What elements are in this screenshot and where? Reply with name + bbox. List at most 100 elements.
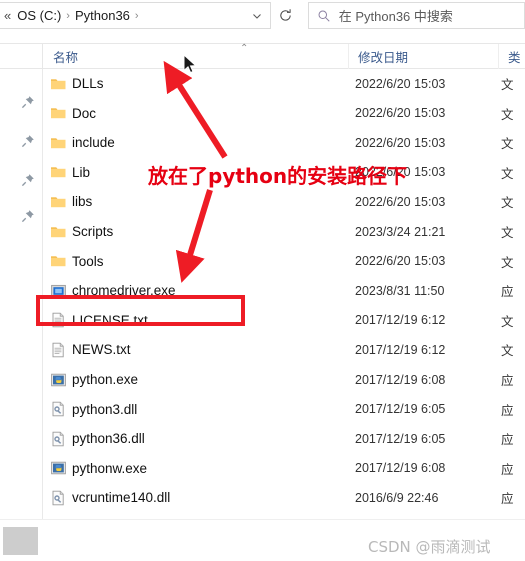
file-icon-wrap	[44, 135, 72, 151]
file-row[interactable]: python36.dll 2017/12/19 6:05 应	[44, 424, 525, 453]
file-list[interactable]: DLLs 2022/6/20 15:03 文 Doc 2022/6/20 15:03 文 i…	[44, 69, 525, 539]
file-name[interactable]: Doc	[72, 106, 349, 121]
file-explorer-window: « OS (C:) › Python36 › 在 Python36 中搜索 名称…	[0, 0, 525, 561]
file-icon-wrap	[44, 194, 72, 210]
file-date-modified: 2017/12/19 6:08	[355, 461, 446, 476]
file-type: 文	[501, 166, 514, 181]
folder-icon	[50, 197, 65, 207]
column-header-date-modified[interactable]: 修改日期	[349, 44, 499, 69]
file-icon-wrap	[44, 431, 72, 447]
dll-file-icon	[52, 431, 64, 446]
file-row[interactable]: Doc 2022/6/20 15:03 文	[44, 99, 525, 128]
pin-icon[interactable]	[21, 95, 35, 109]
file-row[interactable]: python3.dll 2017/12/19 6:05 应	[44, 395, 525, 424]
file-name[interactable]: chromedriver.exe	[72, 283, 349, 298]
file-date-modified: 2022/6/20 15:03	[355, 194, 446, 209]
file-type: 文	[501, 344, 514, 359]
sort-ascending-icon: ⌃	[240, 43, 249, 54]
file-row[interactable]: libs 2022/6/20 15:03 文	[44, 187, 525, 216]
column-header-name-label: 名称	[53, 51, 79, 65]
breadcrumb-overflow-icon[interactable]: «	[2, 8, 13, 23]
file-row[interactable]: vcruntime140.dll 2016/6/9 22:46 应	[44, 483, 525, 512]
file-icon-wrap	[44, 76, 72, 92]
file-name[interactable]: DLLs	[72, 76, 349, 91]
file-icon-wrap	[44, 164, 72, 180]
breadcrumb-item-os-c[interactable]: OS (C:)	[13, 6, 65, 25]
file-date-modified: 2017/12/19 6:05	[355, 431, 446, 446]
refresh-button[interactable]	[271, 3, 299, 28]
file-type: 应	[501, 433, 514, 448]
refresh-icon	[280, 9, 291, 21]
pin-icon[interactable]	[21, 173, 35, 187]
file-type: 文	[501, 78, 514, 92]
file-row[interactable]: Tools 2022/6/20 15:03 文	[44, 247, 525, 276]
file-name[interactable]: Lib	[72, 165, 349, 180]
file-icon-wrap	[44, 224, 72, 240]
breadcrumb-separator-icon[interactable]: ›	[134, 10, 140, 22]
file-date-modified: 2023/8/31 11:50	[355, 283, 445, 298]
file-row[interactable]: pythonw.exe 2017/12/19 6:08 应	[44, 454, 525, 483]
file-row[interactable]: chromedriver.exe 2023/8/31 11:50 应	[44, 276, 525, 305]
explorer-toolbar: « OS (C:) › Python36 › 在 Python36 中搜索	[0, 0, 525, 31]
file-type: 应	[501, 374, 514, 388]
address-bar[interactable]: « OS (C:) › Python36 ›	[0, 2, 272, 29]
search-icon	[309, 9, 339, 23]
file-row[interactable]: NEWS.txt 2017/12/19 6:12 文	[44, 335, 525, 364]
file-type: 文	[501, 226, 514, 240]
column-header-name[interactable]: 名称 ⌃	[44, 44, 349, 69]
file-type: 文	[501, 314, 514, 329]
file-row[interactable]: Scripts 2023/3/24 21:21 文	[44, 217, 525, 246]
file-row[interactable]: DLLs 2022/6/20 15:03 文	[44, 69, 525, 98]
file-icon-wrap	[44, 372, 72, 388]
pin-icon[interactable]	[21, 209, 35, 223]
file-type: 应	[501, 462, 514, 477]
navigation-pane	[0, 69, 43, 519]
file-date-modified: 2022/6/20 15:03	[355, 254, 446, 269]
dll-file-icon	[52, 401, 64, 417]
file-name[interactable]: vcruntime140.dll	[72, 490, 349, 505]
file-type: 文	[501, 107, 514, 122]
chevron-down-icon[interactable]	[244, 3, 270, 28]
file-name[interactable]: include	[72, 135, 349, 150]
file-name[interactable]: pythonw.exe	[72, 461, 349, 476]
file-type: 文	[501, 196, 514, 211]
folder-icon	[50, 167, 65, 178]
pin-icon[interactable]	[21, 134, 35, 148]
file-name[interactable]: python.exe	[72, 372, 349, 387]
python-exe-icon	[50, 462, 66, 475]
file-row[interactable]: include 2022/6/20 15:03 文	[44, 128, 525, 157]
column-header-row: 名称 ⌃ 修改日期 类	[0, 43, 525, 69]
horizontal-scrollbar-thumb[interactable]	[3, 527, 38, 555]
file-name[interactable]: python36.dll	[72, 431, 349, 446]
file-row[interactable]: python.exe 2017/12/19 6:08 应	[44, 365, 525, 394]
file-name[interactable]: LICENSE.txt	[72, 313, 349, 328]
file-icon-wrap	[44, 312, 72, 328]
file-type: 应	[501, 403, 514, 418]
file-name[interactable]: python3.dll	[72, 402, 349, 417]
file-name[interactable]: Tools	[72, 254, 349, 269]
folder-icon	[50, 138, 65, 148]
search-input-placeholder[interactable]: 在 Python36 中搜索	[339, 6, 453, 25]
file-icon-wrap	[44, 460, 72, 476]
file-name[interactable]: Scripts	[72, 224, 349, 239]
breadcrumb[interactable]: « OS (C:) › Python36 ›	[0, 6, 244, 25]
file-date-modified: 2023/3/24 21:21	[355, 224, 446, 239]
breadcrumb-item-python36[interactable]: Python36	[71, 6, 134, 25]
csdn-watermark: CSDN @雨滴测试	[368, 538, 491, 556]
folder-icon	[50, 226, 65, 237]
file-row[interactable]: LICENSE.txt 2017/12/19 6:12 文	[44, 306, 525, 335]
file-type: 应	[501, 492, 514, 507]
search-box[interactable]: 在 Python36 中搜索	[307, 2, 525, 29]
file-date-modified: 2017/12/19 6:08	[355, 372, 446, 387]
column-header-type[interactable]: 类	[499, 44, 525, 69]
file-date-modified: 2016/6/9 22:46	[355, 490, 439, 505]
file-date-modified: 2017/12/19 6:05	[355, 402, 446, 417]
file-icon-wrap	[44, 401, 72, 417]
file-name[interactable]: NEWS.txt	[72, 342, 349, 357]
file-date-modified: 2022/6/20 15:03	[355, 76, 446, 91]
file-name[interactable]: libs	[72, 194, 349, 209]
file-row[interactable]: Lib 2022/6/20 15:03 文	[44, 158, 525, 187]
folder-icon	[50, 108, 65, 119]
python-exe-icon	[50, 373, 66, 386]
exe-console-icon	[50, 284, 66, 297]
